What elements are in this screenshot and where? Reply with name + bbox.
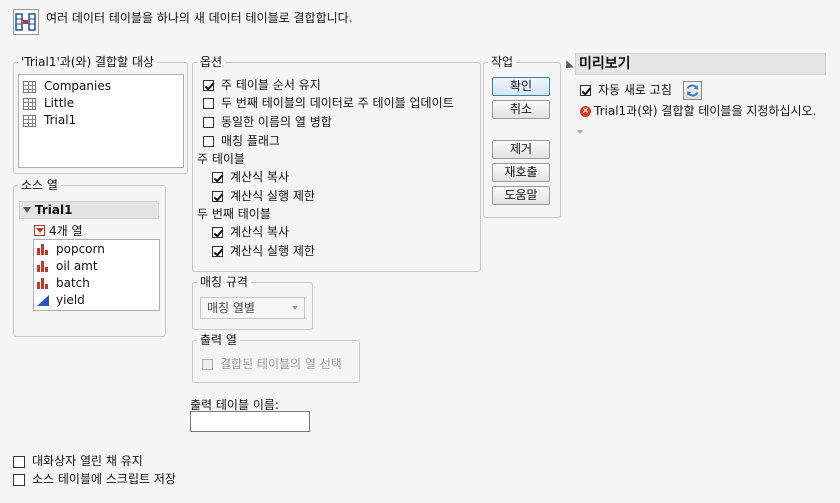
- refresh-icon[interactable]: [683, 81, 702, 100]
- source-columns-group: 소스 열 Trial1 4개 열 popcorn oil amt batch y…: [13, 177, 166, 337]
- nominal-column-icon: [37, 261, 49, 272]
- second-copy-formula[interactable]: 계산식 복사: [212, 224, 289, 241]
- option-merge-same-columns[interactable]: 동일한 이름의 열 병합: [203, 114, 332, 131]
- dropdown-menu-icon[interactable]: [34, 225, 45, 236]
- main-suppress-formula-checkbox[interactable]: [212, 191, 223, 202]
- preview-collapse-icon[interactable]: [562, 60, 574, 72]
- source-table-header[interactable]: Trial1: [19, 201, 159, 219]
- matching-group: 매칭 규격 매칭 열별: [192, 274, 313, 330]
- list-item[interactable]: Companies: [23, 78, 111, 95]
- select-joined-columns[interactable]: 결합된 테이블의 열 선택: [202, 356, 342, 373]
- preview-error-row: × Trial1과(와) 결합할 테이블을 지정하십시오.: [580, 103, 816, 120]
- output-columns-title: 출력 열: [197, 332, 240, 348]
- ok-button[interactable]: 확인: [492, 77, 550, 96]
- options-group: 옵션 주 테이블 순서 유지 두 번째 테이블의 데이터로 주 테이블 업데이트…: [192, 54, 481, 272]
- matching-select[interactable]: 매칭 열별: [200, 297, 305, 319]
- merge-same-columns-checkbox[interactable]: [203, 117, 214, 128]
- output-table-name-input[interactable]: [190, 411, 310, 432]
- main-copy-formula[interactable]: 계산식 복사: [212, 169, 289, 186]
- list-item[interactable]: yield: [37, 292, 85, 309]
- cancel-button[interactable]: 취소: [492, 100, 550, 119]
- column-count: 4개 열: [49, 224, 83, 238]
- source-columns-title: 소스 열: [18, 177, 61, 193]
- keep-dialog-open-row[interactable]: 대화상자 열린 채 유지: [13, 453, 143, 470]
- options-title: 옵션: [197, 54, 226, 70]
- source-columns-list[interactable]: popcorn oil amt batch yield: [33, 239, 160, 311]
- remove-button[interactable]: 제거: [492, 140, 550, 159]
- nominal-column-icon: [37, 244, 49, 255]
- dialog-description: 여러 데이터 테이블을 하나의 새 데이터 테이블로 결합합니다.: [46, 11, 353, 25]
- help-button[interactable]: 도움말: [492, 186, 550, 205]
- recall-button[interactable]: 재호출: [492, 163, 550, 182]
- list-item[interactable]: batch: [37, 275, 90, 292]
- keep-dialog-open-checkbox[interactable]: [13, 455, 25, 468]
- table-icon: [23, 80, 36, 93]
- second-suppress-formula-checkbox[interactable]: [212, 246, 223, 257]
- column-count-row[interactable]: 4개 열: [34, 222, 83, 239]
- auto-refresh-checkbox[interactable]: [580, 85, 591, 96]
- main-copy-formula-checkbox[interactable]: [212, 172, 223, 183]
- match-flag-checkbox[interactable]: [203, 136, 214, 147]
- nominal-column-icon: [37, 278, 49, 289]
- preserve-order-checkbox[interactable]: [203, 80, 214, 91]
- list-item[interactable]: Trial1: [23, 112, 76, 129]
- actions-group: 작업 확인 취소 제거 재호출 도움말: [483, 54, 561, 218]
- save-script-checkbox[interactable]: [13, 473, 25, 486]
- option-preserve-order[interactable]: 주 테이블 순서 유지: [203, 77, 321, 94]
- select-joined-columns-checkbox[interactable]: [202, 359, 213, 370]
- preview-title: 미리보기: [579, 56, 631, 72]
- error-icon: ×: [580, 106, 591, 117]
- preview-error-message: Trial1과(와) 결합할 테이블을 지정하십시오.: [594, 104, 817, 118]
- continuous-column-icon: [37, 295, 49, 306]
- join-target-title: 'Trial1'과(와) 결합할 대상: [18, 54, 158, 70]
- output-columns-group: 출력 열 결합된 테이블의 열 선택: [192, 332, 360, 383]
- source-table-name: Trial1: [35, 203, 73, 217]
- join-dialog-icon: [13, 9, 39, 35]
- preview-expand-icon[interactable]: [577, 130, 583, 134]
- list-item[interactable]: Little: [23, 95, 74, 112]
- second-table-label: 두 번째 테이블: [197, 207, 271, 221]
- option-match-flag[interactable]: 매칭 플래그: [203, 133, 280, 150]
- collapse-triangle-icon[interactable]: [23, 207, 31, 213]
- main-table-label: 주 테이블: [197, 152, 245, 166]
- list-item[interactable]: popcorn: [37, 241, 105, 258]
- second-suppress-formula[interactable]: 계산식 실행 제한: [212, 243, 315, 260]
- preview-header: 미리보기: [575, 53, 826, 75]
- list-item[interactable]: oil amt: [37, 258, 98, 275]
- join-target-list[interactable]: Companies Little Trial1: [18, 74, 184, 168]
- save-script-row[interactable]: 소스 테이블에 스크립트 저장: [13, 471, 176, 488]
- matching-title: 매칭 규격: [197, 274, 251, 290]
- table-icon: [23, 97, 36, 110]
- auto-refresh-row[interactable]: 자동 새로 고침: [580, 82, 672, 99]
- second-copy-formula-checkbox[interactable]: [212, 227, 223, 238]
- option-update-main-table[interactable]: 두 번째 테이블의 데이터로 주 테이블 업데이트: [203, 95, 454, 112]
- main-suppress-formula[interactable]: 계산식 실행 제한: [212, 188, 315, 205]
- update-main-table-checkbox[interactable]: [203, 98, 214, 109]
- table-icon: [23, 114, 36, 127]
- chevron-down-icon: [292, 306, 298, 310]
- actions-title: 작업: [488, 54, 517, 70]
- join-target-group: 'Trial1'과(와) 결합할 대상 Companies Little Tri…: [13, 54, 188, 174]
